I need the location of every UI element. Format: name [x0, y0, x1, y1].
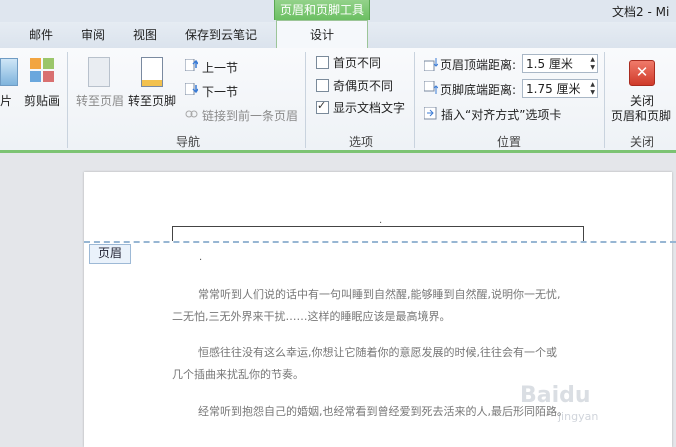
picture-icon[interactable]: [0, 58, 18, 86]
footer-bottom-icon: [423, 80, 439, 95]
spin-up-icon[interactable]: ▲: [590, 57, 595, 63]
goto-header-icon: [88, 57, 110, 87]
picture-button-label[interactable]: 片: [0, 92, 12, 109]
document-paragraph[interactable]: 常常听到人们说的话中有一句叫睡到自然醒,能够睡到自然醒,说明你一无忧, 二无怕,…: [172, 284, 584, 328]
document-paragraph[interactable]: 恒感往往没有这么幸运,你想让它随着你的意愿发展的时候,往往会有一个或 几个插曲来…: [172, 342, 584, 386]
close-button-line2[interactable]: 页眉和页脚: [611, 107, 671, 124]
spin-down-icon[interactable]: ▼: [590, 65, 595, 71]
footer-bottom-distance-spinner[interactable]: 1.75 厘米 ▲ ▼: [522, 79, 598, 98]
goto-header-button[interactable]: 转至页眉: [76, 92, 124, 109]
group-divider: [305, 52, 306, 148]
clipart-icon[interactable]: [29, 57, 55, 83]
paragraph-line: 常常听到人们说的话中有一句叫睡到自然醒,能够睡到自然醒,说明你一无忧,: [198, 288, 561, 301]
document-title: 文档2 - Mi: [612, 5, 670, 19]
tab-view[interactable]: 视图: [133, 26, 157, 43]
paragraph-line: 恒感往往没有这么幸运,你想让它随着你的意愿发展的时候,往往会有一个或: [198, 346, 557, 359]
tab-review[interactable]: 审阅: [81, 26, 105, 43]
clipart-button-label[interactable]: 剪贴画: [24, 92, 60, 109]
header-boundary: [84, 241, 676, 243]
header-top-distance-spinner[interactable]: 1.5 厘米 ▲ ▼: [522, 54, 598, 73]
header-top-icon: [423, 57, 439, 72]
tab-save-cloud[interactable]: 保存到云笔记: [185, 26, 257, 43]
different-first-page-label: 首页不同: [333, 56, 382, 70]
link-icon: [185, 108, 198, 120]
goto-footer-button[interactable]: 转至页脚: [128, 92, 176, 109]
tab-design[interactable]: 设计: [276, 20, 368, 50]
baidu-watermark: Baidu: [520, 383, 591, 408]
group-divider: [67, 52, 68, 148]
footer-bottom-distance-label: 页脚底端距离:: [440, 83, 517, 97]
insert-alignment-tab-icon: [423, 106, 437, 120]
header-top-distance-value: 1.5 厘米: [526, 57, 573, 71]
different-odd-even-label: 奇偶页不同: [333, 79, 394, 93]
group-label-options: 选项: [349, 135, 374, 149]
group-divider: [414, 52, 415, 148]
show-document-text-checkbox[interactable]: [316, 99, 329, 114]
prev-section-icon: [184, 58, 199, 72]
footer-bottom-distance-value: 1.75 厘米: [526, 82, 581, 96]
prev-section-button[interactable]: 上一节: [202, 59, 238, 76]
paragraph-mark: .: [379, 215, 383, 226]
baidu-watermark-sub: jingyan: [558, 410, 599, 423]
group-label-navigation: 导航: [176, 135, 201, 149]
different-first-page-checkbox[interactable]: [316, 56, 329, 69]
header-border-line: [172, 226, 584, 241]
close-icon[interactable]: ✕: [629, 60, 655, 86]
spin-down-icon[interactable]: ▼: [590, 90, 595, 96]
next-section-icon: [184, 82, 199, 96]
tab-mail[interactable]: 邮件: [29, 26, 53, 43]
show-document-text-label: 显示文档文字: [333, 101, 406, 115]
context-tab-group: 页眉和页脚工具: [274, 0, 370, 20]
header-tag: 页眉: [89, 244, 131, 264]
header-top-distance-label: 页眉顶端距离:: [440, 58, 517, 72]
different-odd-even-checkbox[interactable]: [316, 79, 329, 92]
insert-alignment-tab-button[interactable]: 插入“对齐方式”选项卡: [441, 106, 561, 123]
paragraph-mark: .: [199, 252, 203, 263]
paragraph-line: 二无怕,三无外界来干扰……这样的睡眠应该是最高境界。: [172, 310, 451, 323]
group-label-position: 位置: [497, 135, 522, 149]
link-to-previous-button[interactable]: 链接到前一条页眉: [202, 107, 298, 124]
group-divider: [604, 52, 605, 148]
spin-up-icon[interactable]: ▲: [590, 82, 595, 88]
next-section-button[interactable]: 下一节: [202, 83, 238, 100]
goto-footer-icon: [141, 57, 163, 87]
group-label-close: 关闭: [630, 135, 655, 149]
